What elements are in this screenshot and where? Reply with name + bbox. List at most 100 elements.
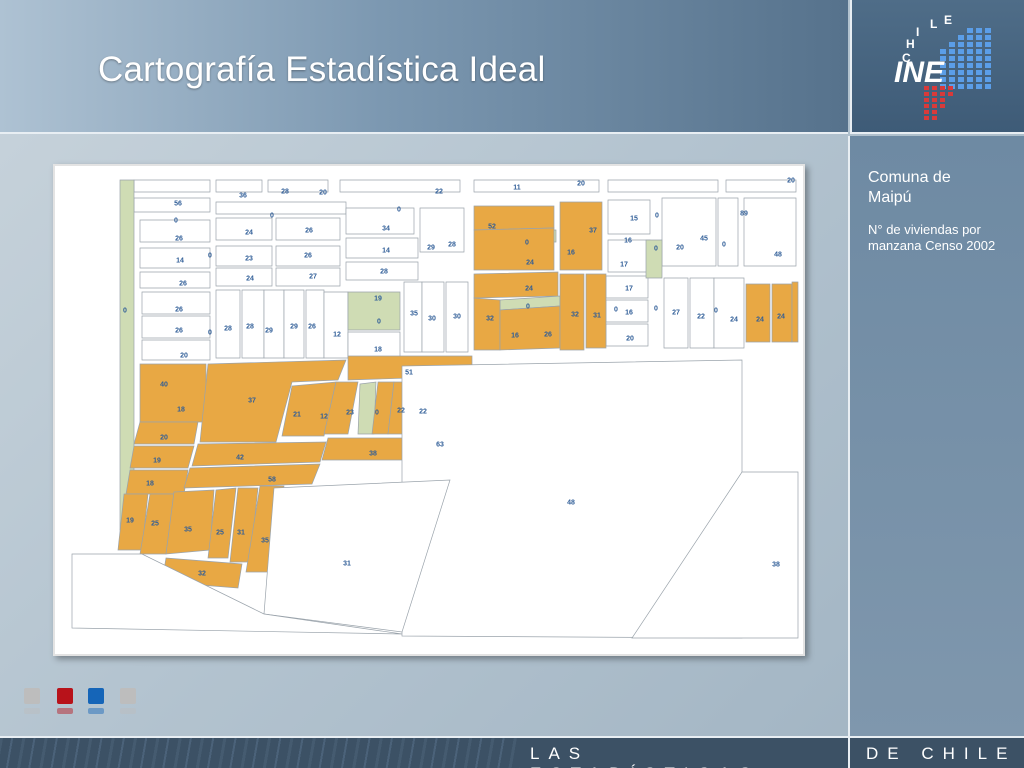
block-count-label: 0	[397, 207, 401, 214]
block-count-label: 19	[126, 518, 134, 525]
block-count-label: 0	[722, 242, 726, 249]
ine-logo-panel: CHILE INE	[850, 0, 1024, 134]
block-count-label: 25	[216, 530, 224, 537]
block-count-label: 51	[405, 370, 413, 377]
block-white	[607, 179, 719, 193]
block-count-label: 0	[208, 253, 212, 260]
block-highlighted	[191, 441, 327, 467]
block-count-label: 26	[175, 307, 183, 314]
block-count-label: 29	[427, 245, 435, 252]
logo-dot-red	[924, 92, 929, 96]
block-count-label: 52	[488, 224, 496, 231]
decor-square-reflection-3	[88, 708, 104, 714]
logo-dot-blue	[985, 49, 991, 54]
logo-dot-red	[924, 116, 929, 120]
block-count-label: 26	[179, 281, 187, 288]
logo-dot-blue	[940, 49, 946, 54]
block-count-label: 30	[428, 316, 436, 323]
block-count-label: 28	[224, 326, 232, 333]
logo-dot-blue	[958, 35, 964, 40]
logo-dot-blue	[949, 56, 955, 61]
block-highlighted	[165, 489, 215, 555]
slide-header: Cartografía Estadística Ideal	[0, 0, 848, 134]
block-count-label: 26	[305, 228, 313, 235]
decor-square-4	[120, 688, 136, 704]
block-white	[133, 179, 211, 193]
logo-dot-blue	[976, 56, 982, 61]
block-white	[215, 217, 273, 241]
block-count-label: 0	[654, 306, 658, 313]
block-count-label: 48	[567, 500, 575, 507]
logo-dot-red	[948, 86, 953, 90]
logo-wordmark: INE	[894, 56, 945, 89]
block-count-label: 22	[435, 189, 443, 196]
logo-dot-red	[940, 104, 945, 108]
block-count-label: 18	[146, 481, 154, 488]
block-highlighted	[139, 363, 207, 423]
block-highlighted	[585, 273, 607, 349]
block-count-label: 37	[589, 228, 597, 235]
block-count-label: 28	[246, 324, 254, 331]
block-white	[263, 289, 285, 359]
block-count-label: 38	[369, 451, 377, 458]
block-count-label: 29	[290, 324, 298, 331]
logo-dot-blue	[967, 42, 973, 47]
map-frame: 36 28 20 22 11 20 20 56 0 0 0 34 52 37 15 0 89 26 24 26 14 29…	[53, 164, 805, 656]
block-count-label: 0	[714, 308, 718, 315]
logo-dot-red	[924, 104, 929, 108]
block-count-label: 56	[174, 201, 182, 208]
block-count-label: 35	[410, 311, 418, 318]
block-count-label: 63	[436, 442, 444, 449]
block-white	[345, 207, 415, 235]
block-count-label: 32	[571, 312, 579, 319]
block-count-label: 0	[377, 319, 381, 326]
logo-dot-blue	[967, 70, 973, 75]
block-count-label: 16	[625, 310, 633, 317]
block-white	[141, 339, 211, 361]
logo-dot-red	[932, 116, 937, 120]
block-count-label: 0	[123, 308, 127, 315]
block-count-label: 20	[626, 336, 634, 343]
block-count-label: 32	[198, 571, 206, 578]
logo-dot-blue	[958, 49, 964, 54]
decor-square-reflection-1	[24, 708, 40, 714]
block-count-label: 20	[787, 178, 795, 185]
footer-right-text: DE CHILE	[866, 744, 1017, 763]
logo-dot-red	[932, 104, 937, 108]
block-count-label: 23	[346, 410, 354, 417]
block-white	[743, 197, 797, 267]
block-count-label: 24	[525, 286, 533, 293]
block-count-label: 24	[526, 260, 534, 267]
block-count-label: 25	[151, 521, 159, 528]
block-count-label: 26	[304, 253, 312, 260]
block-white	[713, 277, 745, 349]
block-count-label: 32	[486, 316, 494, 323]
block-count-label: 37	[248, 398, 256, 405]
logo-dot-blue	[967, 28, 973, 33]
logo-dot-blue	[958, 42, 964, 47]
logo-dot-red	[924, 110, 929, 114]
logo-dot-blue	[985, 56, 991, 61]
block-count-label: 14	[176, 258, 184, 265]
logo-dot-red	[932, 110, 937, 114]
block-count-label: 21	[293, 412, 301, 419]
block-count-label: 20	[577, 181, 585, 188]
logo-dot-blue	[985, 42, 991, 47]
block-count-label: 22	[397, 408, 405, 415]
block-count-label: 19	[374, 296, 382, 303]
block-highlighted	[473, 205, 555, 231]
block-count-label: 26	[175, 236, 183, 243]
logo-dot-blue	[976, 70, 982, 75]
block-count-label: 0	[526, 304, 530, 311]
block-white	[215, 179, 263, 193]
block-count-label: 18	[177, 407, 185, 414]
logo-dot-blue	[949, 42, 955, 47]
logo-dot-blue	[967, 84, 973, 89]
logo-dot-red	[948, 92, 953, 96]
block-count-label: 48	[774, 252, 782, 259]
block-highlighted	[473, 227, 555, 271]
block-count-label: 26	[175, 328, 183, 335]
block-count-label: 58	[268, 477, 276, 484]
block-count-label: 20	[160, 435, 168, 442]
block-white	[215, 267, 273, 287]
